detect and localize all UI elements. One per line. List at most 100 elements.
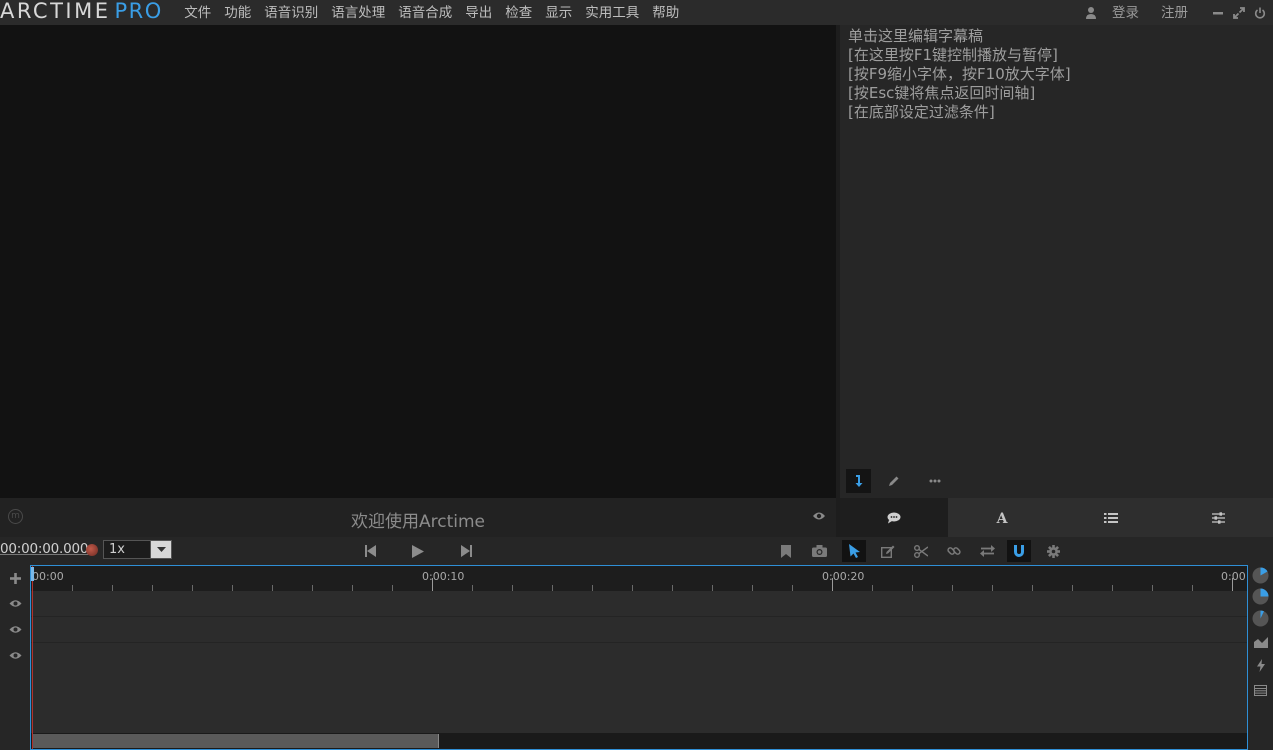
timecode-display[interactable]: 00:00:00.000 (0, 541, 88, 557)
menubar: ARCTIME PRO 文件 功能 语音识别 语言处理 语音合成 导出 检查 显示… (0, 0, 1273, 25)
user-icon (1086, 6, 1096, 19)
menu-display[interactable]: 显示 (539, 2, 579, 24)
subtitle-track[interactable] (31, 617, 1247, 643)
skip-forward-button[interactable] (457, 542, 475, 560)
gear-icon (1046, 544, 1060, 558)
sliders-icon (1212, 511, 1226, 524)
menu-help[interactable]: 帮助 (646, 2, 686, 24)
minimize-icon (1213, 11, 1223, 14)
power-icon (1254, 7, 1266, 19)
link-tool-button[interactable] (945, 542, 963, 560)
welcome-text: 欢迎使用Arctime (351, 512, 485, 532)
logo-main: ARCTIME (0, 0, 111, 23)
font-icon: A (996, 511, 1009, 525)
tick-label: 00:00 (32, 570, 64, 583)
swap-tool-button[interactable] (978, 542, 996, 560)
snap-toggle-button[interactable] (1007, 540, 1031, 562)
tick-label: 0:00: (1221, 570, 1248, 583)
cut-tool-button[interactable] (912, 542, 930, 560)
track-headers (0, 565, 30, 750)
logo-pro: PRO (114, 0, 163, 23)
cursor-icon (848, 544, 860, 558)
menu-speech-recognition[interactable]: 语音识别 (258, 2, 325, 24)
pie-icon (1252, 610, 1269, 627)
chevron-down-icon (156, 547, 166, 552)
timeline-side-tools (1248, 565, 1273, 750)
insert-line-button[interactable] (846, 469, 871, 493)
menu-language-processing[interactable]: 语言处理 (325, 2, 392, 24)
zoom-button[interactable] (1251, 566, 1270, 585)
audio-track-area[interactable] (31, 668, 1247, 733)
play-icon (412, 544, 424, 558)
menu-check[interactable]: 检查 (499, 2, 539, 24)
zoom-button[interactable] (1251, 609, 1270, 628)
dropdown-button[interactable] (150, 541, 171, 558)
skip-forward-icon (460, 545, 472, 557)
scrollbar-thumb[interactable] (32, 734, 439, 748)
main-menu: 文件 功能 语音识别 语言处理 语音合成 导出 检查 显示 实用工具 帮助 (178, 0, 686, 25)
menu-tools[interactable]: 实用工具 (579, 2, 646, 24)
timeline-scrollbar[interactable] (31, 733, 1247, 749)
subtitle-track[interactable] (31, 591, 1247, 617)
quick-action-button[interactable] (1251, 656, 1270, 675)
menu-speech-synthesis[interactable]: 语音合成 (392, 2, 459, 24)
tick-label: 0:00:10 (422, 570, 465, 583)
expand-icon (1233, 6, 1245, 19)
tab-list[interactable] (1056, 498, 1165, 537)
add-track-button[interactable] (0, 565, 30, 591)
video-preview[interactable] (0, 25, 836, 498)
script-line: [按Esc键将焦点返回时间轴] (848, 84, 1036, 102)
tab-subtitles[interactable] (840, 498, 949, 537)
menu-export[interactable]: 导出 (459, 2, 499, 24)
camera-icon (811, 545, 827, 557)
minimize-button[interactable] (1210, 5, 1226, 21)
area-chart-icon (1253, 636, 1268, 648)
pie-icon (1252, 567, 1269, 584)
timeline[interactable]: 00:00 0:00:10 0:00:20 0:00: (30, 565, 1248, 750)
select-tool-button[interactable] (842, 540, 866, 562)
insert-arrow-icon (855, 475, 862, 487)
speed-value: 1x (109, 542, 125, 557)
eye-icon[interactable] (812, 510, 826, 522)
ruler-ticks (32, 578, 1233, 591)
tab-font[interactable]: A (948, 498, 1057, 537)
script-editor[interactable]: 单击这里编辑字幕稿 [在这里按F1键控制播放与暂停] [按F9缩小字体，按F10… (840, 25, 1273, 465)
subtitle-track[interactable] (31, 643, 1247, 669)
snapshot-button[interactable] (810, 542, 828, 560)
magnet-icon (1014, 544, 1024, 557)
scissors-icon (914, 544, 928, 558)
table-icon (1254, 685, 1267, 696)
login-link[interactable]: 登录 (1112, 3, 1139, 23)
track-list-button[interactable] (1251, 681, 1270, 700)
time-ruler[interactable]: 00:00 0:00:10 0:00:20 0:00: (31, 566, 1247, 591)
playhead-handle[interactable] (31, 567, 34, 581)
menu-file[interactable]: 文件 (178, 2, 218, 24)
skip-back-button[interactable] (361, 542, 379, 560)
record-indicator[interactable] (86, 544, 98, 556)
speed-select[interactable]: 1x (103, 540, 172, 559)
maximize-button[interactable] (1231, 5, 1247, 21)
register-link[interactable]: 注册 (1161, 3, 1188, 23)
menu-function[interactable]: 功能 (218, 2, 258, 24)
script-line: 单击这里编辑字幕稿 (848, 27, 984, 45)
bookmark-button[interactable] (777, 542, 795, 560)
tab-settings[interactable] (1164, 498, 1273, 537)
eye-icon (9, 651, 21, 659)
pencil-button[interactable] (881, 469, 906, 493)
track-visibility-toggle[interactable] (0, 590, 30, 616)
script-line: [按F9缩小字体，按F10放大字体] (848, 65, 1071, 83)
settings-button[interactable] (1044, 542, 1062, 560)
pencil-icon (889, 476, 899, 486)
close-button[interactable] (1252, 5, 1268, 21)
play-button[interactable] (409, 542, 427, 560)
playhead[interactable] (31, 566, 34, 749)
track-visibility-toggle[interactable] (0, 616, 30, 642)
zoom-button[interactable] (1251, 587, 1270, 606)
script-line: [在底部设定过滤条件] (848, 103, 995, 121)
script-line: [在这里按F1键控制播放与暂停] (848, 46, 1058, 64)
track-visibility-toggle[interactable] (0, 642, 30, 668)
svg-text:A: A (996, 511, 1009, 525)
more-button[interactable] (922, 469, 947, 493)
waveform-button[interactable] (1251, 632, 1270, 651)
edit-tool-button[interactable] (879, 542, 897, 560)
